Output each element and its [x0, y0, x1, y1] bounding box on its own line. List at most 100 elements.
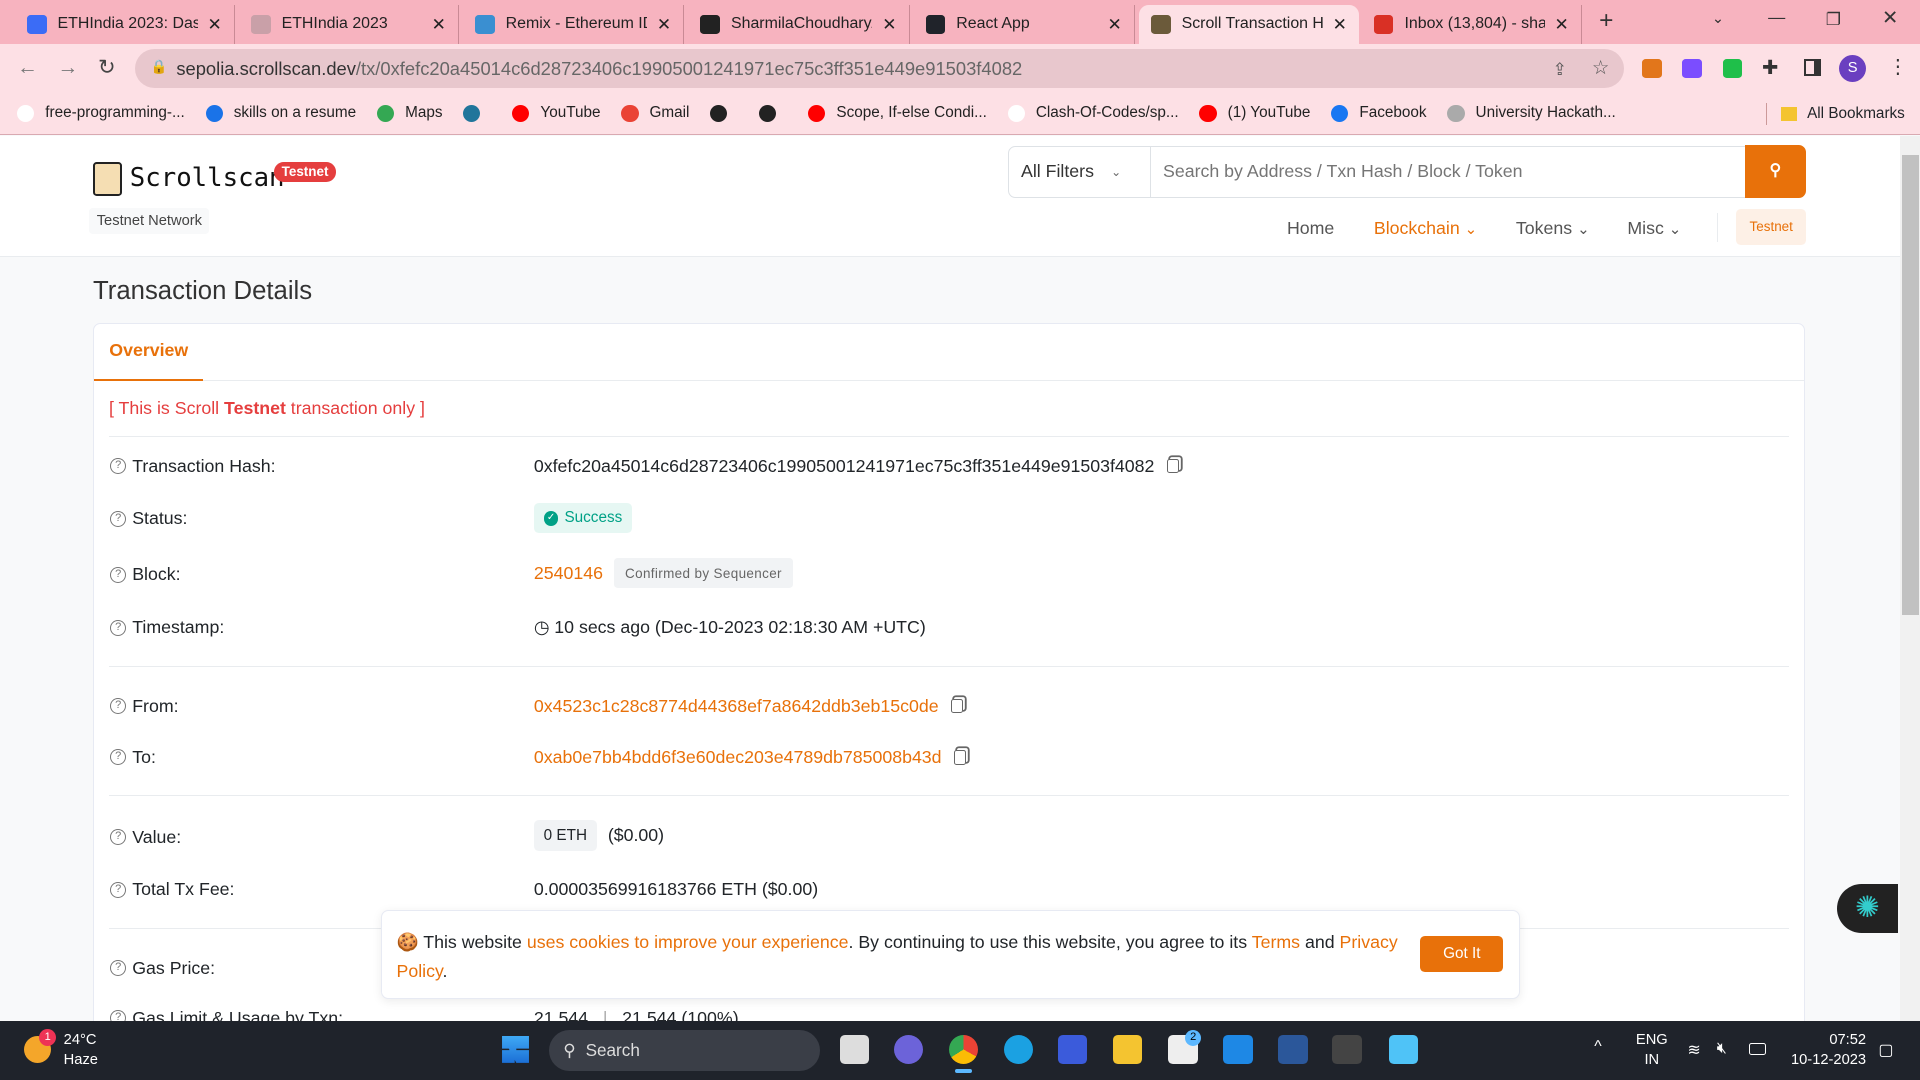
close-tab-icon[interactable]: ✕	[208, 14, 222, 35]
close-window-button[interactable]: ✕	[1882, 6, 1898, 30]
help-icon[interactable]: ?	[110, 698, 127, 714]
language: ENG	[1635, 1032, 1668, 1049]
profile-avatar[interactable]: S	[1839, 55, 1867, 83]
assistant-widget-icon[interactable]: ✺	[1836, 884, 1898, 934]
bookmark-star-icon[interactable]: ☆	[1592, 56, 1610, 80]
share-icon[interactable]: ⇪	[1553, 59, 1567, 80]
copy-icon[interactable]	[953, 750, 967, 765]
nav-home[interactable]: Home	[1287, 218, 1334, 239]
metamask-extension-icon[interactable]	[1642, 58, 1662, 79]
site-logo[interactable]: Scrollscan	[130, 163, 285, 193]
bookmark-item[interactable]: (1) YouTube	[1199, 104, 1310, 122]
bookmark-item[interactable]	[710, 104, 738, 122]
bookmark-item[interactable]	[463, 104, 491, 122]
wifi-icon[interactable]: ≋	[1687, 1040, 1700, 1060]
notifications-icon[interactable]: ▢	[1878, 1040, 1893, 1060]
weather-widget[interactable]: 24°C Haze	[64, 1031, 98, 1070]
help-icon[interactable]: ?	[110, 510, 127, 527]
bookmark-item[interactable]: Gmail	[621, 104, 689, 122]
reload-icon[interactable]: ↻	[98, 55, 115, 80]
close-tab-icon[interactable]: ✕	[1108, 14, 1122, 35]
close-tab-icon[interactable]: ✕	[657, 14, 671, 35]
from-link[interactable]: 0x4523c1c28c8774d44368ef7a8642ddb3eb15c0…	[534, 696, 939, 717]
help-icon[interactable]: ?	[110, 567, 127, 583]
side-panel-icon[interactable]	[1803, 58, 1821, 76]
filter-select[interactable]: All Filters ⌄	[1009, 146, 1151, 197]
block-link[interactable]: 2540146	[534, 563, 603, 584]
chevron-down-icon: ⌄	[1577, 221, 1590, 238]
url-bar[interactable]: 🔒 sepolia.scrollscan.dev/tx/0xfefc20a450…	[134, 48, 1624, 89]
tab-search-icon[interactable]: ⌄	[1712, 10, 1724, 27]
teams-icon[interactable]	[893, 1034, 924, 1065]
back-icon[interactable]: ←	[17, 56, 38, 80]
bookmark-item[interactable]: Clash-Of-Codes/sp...	[1007, 104, 1179, 122]
browser-tab[interactable]: Scroll Transaction Ha ✕	[1138, 4, 1360, 45]
file-explorer-icon[interactable]	[1113, 1034, 1143, 1065]
word-icon[interactable]	[1278, 1034, 1308, 1065]
nav-tokens[interactable]: Tokens ⌄	[1516, 218, 1590, 239]
bookmark-item[interactable]: free-programming-...	[17, 104, 185, 122]
close-tab-icon[interactable]: ✕	[882, 14, 896, 35]
bookmark-item[interactable]	[759, 104, 787, 122]
bookmark-item[interactable]: Scope, If-else Condi...	[808, 104, 987, 122]
nav-blockchain[interactable]: Blockchain ⌄	[1374, 218, 1477, 239]
browser-tab[interactable]: Remix - Ethereum IDE ✕	[463, 4, 685, 45]
browser-tab[interactable]: Inbox (13,804) - shar ✕	[1362, 4, 1583, 45]
terminal-icon[interactable]	[1332, 1034, 1362, 1065]
mute-icon[interactable]: 🔇︎	[1717, 1040, 1727, 1058]
help-icon[interactable]: ?	[110, 749, 127, 766]
notepad-icon[interactable]	[1388, 1034, 1418, 1065]
bookmark-label: Scope, If-else Condi...	[836, 104, 987, 122]
forward-icon[interactable]: →	[58, 56, 79, 80]
restore-button[interactable]: ❐	[1826, 9, 1841, 30]
extension-icon[interactable]	[1682, 58, 1703, 79]
help-icon[interactable]: ?	[110, 881, 127, 898]
help-icon[interactable]: ?	[110, 960, 127, 976]
help-icon[interactable]: ?	[110, 458, 127, 474]
bookmark-item[interactable]: YouTube	[512, 104, 601, 122]
tab-overview[interactable]: Overview	[94, 338, 204, 381]
copy-icon[interactable]	[1166, 458, 1179, 474]
bookmark-item[interactable]: Maps	[376, 104, 442, 122]
taskbar-search[interactable]: ⚲ Search	[548, 1029, 821, 1072]
bookmark-item[interactable]: skills on a resume	[205, 104, 356, 122]
vscode-icon[interactable]	[1223, 1034, 1253, 1065]
nav-misc[interactable]: Misc ⌄	[1627, 218, 1681, 239]
bookmark-item[interactable]: Facebook	[1331, 104, 1427, 122]
close-tab-icon[interactable]: ✕	[1554, 14, 1568, 35]
terms-link[interactable]: Terms	[1252, 932, 1300, 952]
cookie-policy-link[interactable]: uses cookies to improve your experience	[527, 932, 849, 952]
confirmation-badge: Confirmed by Sequencer	[614, 558, 793, 589]
tray-chevron-icon[interactable]: ^	[1594, 1038, 1601, 1056]
minimize-button[interactable]: —	[1768, 7, 1785, 28]
new-tab-button[interactable]: +	[1599, 7, 1613, 35]
help-icon[interactable]: ?	[110, 619, 127, 636]
scrollbar[interactable]	[1900, 135, 1920, 1022]
task-view-icon[interactable]	[840, 1034, 870, 1065]
battery-icon[interactable]	[1748, 1043, 1766, 1056]
close-tab-icon[interactable]: ✕	[1333, 14, 1347, 35]
all-bookmarks[interactable]: All Bookmarks	[1765, 102, 1905, 125]
got-it-button[interactable]: Got It	[1420, 936, 1504, 972]
extensions-puzzle-icon[interactable]: ✚	[1762, 56, 1778, 80]
testnet-button[interactable]: Testnet	[1736, 209, 1807, 245]
copy-icon[interactable]	[950, 698, 964, 714]
browser-tab[interactable]: ETHIndia 2023: Dashl ✕	[15, 4, 236, 45]
browser-tab[interactable]: React App ✕	[913, 4, 1136, 45]
extension-icon[interactable]	[1722, 58, 1743, 79]
active-indicator	[955, 1068, 973, 1073]
scrollscan-logo-icon[interactable]	[93, 161, 123, 196]
to-link[interactable]: 0xab0e7bb4bdd6f3e60dec203e4789db785008b4…	[534, 747, 942, 768]
app-icon[interactable]	[1057, 1034, 1088, 1065]
search-button[interactable]: ⚲	[1744, 145, 1806, 199]
close-tab-icon[interactable]: ✕	[432, 14, 446, 35]
clock[interactable]: 07:52 10-12-2023	[1785, 1031, 1866, 1070]
browser-tab[interactable]: SharmilaChoudhary/ ✕	[688, 4, 910, 45]
browser-tab[interactable]: ETHIndia 2023 ✕	[239, 4, 460, 45]
bookmark-item[interactable]: University Hackath...	[1447, 104, 1616, 122]
help-icon[interactable]: ?	[110, 829, 127, 845]
browser-menu-icon[interactable]: ⋮	[1888, 55, 1908, 79]
language-indicator[interactable]: ENG IN	[1636, 1031, 1668, 1070]
scrollbar-thumb[interactable]	[1901, 155, 1919, 615]
search-input[interactable]	[1150, 146, 1746, 197]
